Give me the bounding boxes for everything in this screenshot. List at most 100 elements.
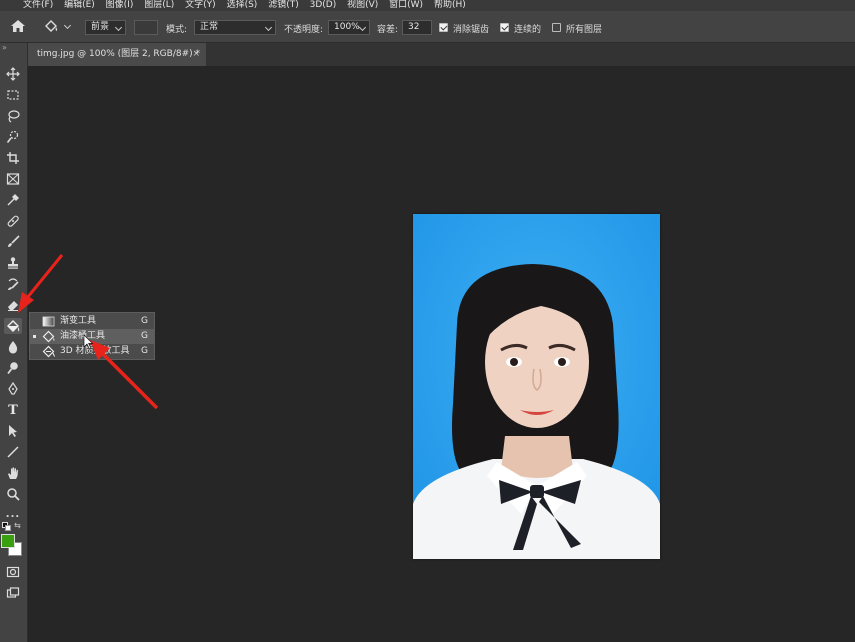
chevron-down-icon [264,23,273,32]
line-tool[interactable] [4,444,22,460]
menu-file[interactable]: 文件(F) [23,0,53,10]
brush-tool[interactable] [4,234,22,250]
chevron-down-icon [358,23,367,32]
eyedropper-tool[interactable] [4,192,22,208]
quick-mask-icon [6,566,20,578]
crop-icon [7,152,19,164]
all-layers-checkbox[interactable] [552,23,561,32]
hand-tool[interactable] [4,465,22,481]
selected-bullet-icon [33,335,36,338]
opacity-value: 100% [334,22,360,32]
menu-layer[interactable]: 图层(L) [144,0,174,10]
document-tab-title: timg.jpg @ 100% (图层 2, RGB/8#) * [37,49,201,59]
history-brush-tool[interactable] [4,276,22,292]
screen-mode-icon [6,587,20,598]
marquee-tool[interactable] [4,87,22,103]
pen-tool[interactable] [4,381,22,397]
paint-bucket-tool[interactable] [4,318,22,334]
blur-tool[interactable] [4,339,22,355]
quick-select-tool[interactable] [4,129,22,145]
menu-filter[interactable]: 滤镜(T) [268,0,299,10]
document-tab-bar: timg.jpg @ 100% (图层 2, RGB/8#) * × [28,43,855,66]
move-tool[interactable] [4,66,22,82]
options-bar: 前景 模式: 正常 不透明度: 100% 容差: 32 消除锯齿 连续的 所有图… [0,11,855,43]
contiguous-checkbox[interactable] [500,23,509,32]
id-photo-image[interactable] [413,214,660,559]
home-icon[interactable] [9,18,27,34]
frame-icon [6,173,20,185]
more-icon: ... [5,509,21,520]
eraser-tool[interactable] [4,297,22,313]
document-tab[interactable]: timg.jpg @ 100% (图层 2, RGB/8#) * × [28,43,206,66]
flyout-item-3d-material-drop[interactable]: 3D 材质拖放工具 G [30,344,154,359]
dodge-tool[interactable] [4,360,22,376]
history-brush-icon [8,278,19,290]
fill-source-select[interactable]: 前景 [85,20,126,35]
mode-value: 正常 [200,22,219,32]
swap-colors-icon[interactable]: ⇆ [14,521,21,530]
lasso-tool[interactable] [4,108,22,124]
contiguous-label: 连续的 [514,25,542,35]
opacity-input[interactable]: 100% [328,20,370,35]
menu-view[interactable]: 视图(V) [347,0,378,10]
stamp-tool[interactable] [4,255,22,271]
screen-mode-button[interactable] [4,585,22,601]
pattern-picker[interactable] [134,20,158,35]
quick-mask-button[interactable] [4,564,22,580]
marquee-icon [7,90,19,100]
flyout-item-gradient[interactable]: 渐变工具 G [30,314,154,329]
panel-collapse-icon[interactable]: » [2,43,7,52]
tolerance-label: 容差: [377,25,399,35]
hand-icon [8,467,18,479]
tolerance-value: 32 [408,22,420,32]
path-select-icon [9,425,17,437]
quick-select-icon [6,130,19,143]
paint-bucket-icon [42,330,55,343]
menu-help[interactable]: 帮助(H) [434,0,466,10]
move-icon [6,67,20,81]
menu-select[interactable]: 选择(S) [227,0,258,10]
tolerance-input[interactable]: 32 [402,20,432,35]
flyout-item-paint-bucket[interactable]: 油漆桶工具 G [30,329,154,344]
line-icon [7,446,19,458]
zoom-tool[interactable] [4,486,22,502]
close-icon[interactable]: × [192,43,200,65]
crop-tool[interactable] [4,150,22,166]
paint-bucket-icon [45,20,58,32]
gradient-icon [42,315,55,328]
tool-preset-picker[interactable] [43,18,73,36]
flyout-item-label: 渐变工具 [60,316,97,326]
default-colors-icon[interactable] [2,522,11,531]
dodge-icon [7,362,18,375]
flyout-item-label: 3D 材质拖放工具 [60,346,130,356]
chevron-down-icon [63,21,72,30]
pen-icon [8,382,18,395]
antialias-checkbox[interactable] [439,23,448,32]
menu-bar: 文件(F) 编辑(E) 图像(I) 图层(L) 文字(Y) 选择(S) 滤镜(T… [0,0,855,11]
brush-icon [8,235,20,247]
flyout-item-label: 油漆桶工具 [60,331,106,341]
menu-image[interactable]: 图像(I) [106,0,134,10]
mode-label: 模式: [166,25,188,35]
flyout-item-shortcut: G [141,331,148,341]
eyedropper-icon [7,194,19,206]
path-select-tool[interactable] [4,423,22,439]
opacity-label: 不透明度: [284,25,324,35]
menu-type[interactable]: 文字(Y) [185,0,216,10]
type-tool[interactable]: T [4,402,22,418]
antialias-label: 消除锯齿 [453,25,490,35]
lasso-icon [8,110,20,123]
mode-select[interactable]: 正常 [194,20,276,35]
healing-tool[interactable] [4,213,22,229]
eraser-icon [8,301,18,311]
zoom-icon [7,488,20,501]
3d-material-drop-icon [42,345,55,358]
frame-tool[interactable] [4,171,22,187]
menu-edit[interactable]: 编辑(E) [64,0,95,10]
stamp-icon [8,257,18,269]
foreground-color-swatch[interactable] [1,534,15,548]
blur-icon [8,341,18,354]
chevron-down-icon [114,23,123,32]
menu-3d[interactable]: 3D(D) [310,0,337,10]
menu-window[interactable]: 窗口(W) [389,0,423,10]
